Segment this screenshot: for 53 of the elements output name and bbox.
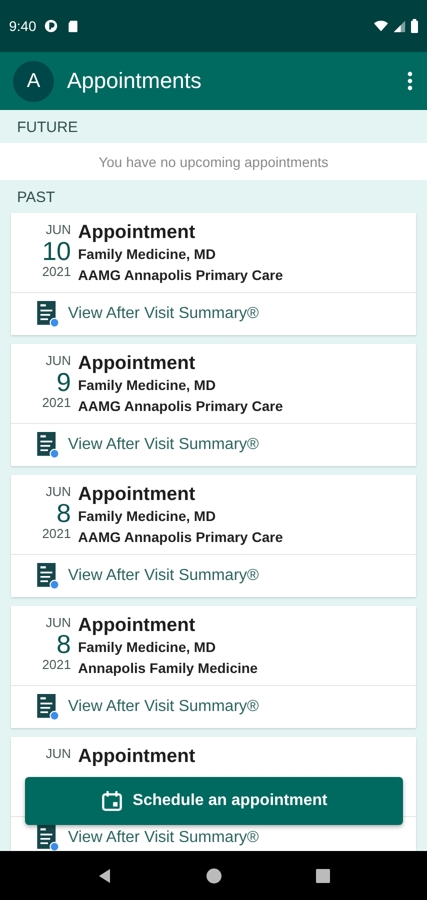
document-icon bbox=[37, 432, 59, 458]
schedule-appointment-button[interactable]: Schedule an appointment bbox=[25, 777, 403, 825]
date-month: JUN bbox=[46, 223, 71, 237]
provider-name: Family Medicine, MD bbox=[78, 245, 216, 264]
provider-name: Family Medicine, MD bbox=[78, 376, 216, 395]
sd-card-icon bbox=[66, 19, 80, 33]
home-icon[interactable] bbox=[206, 868, 222, 884]
after-visit-summary-link[interactable]: View After Visit Summary® bbox=[68, 567, 259, 585]
document-icon bbox=[37, 825, 59, 851]
after-visit-summary-link[interactable]: View After Visit Summary® bbox=[68, 436, 259, 454]
date-month: JUN bbox=[46, 354, 71, 368]
app-notification-icon bbox=[44, 19, 58, 33]
more-menu-icon[interactable] bbox=[407, 71, 413, 91]
recents-icon[interactable] bbox=[314, 868, 330, 884]
appointment-title: Appointment bbox=[78, 484, 196, 506]
clinic-name: AAMG Annapolis Primary Care bbox=[78, 397, 283, 416]
section-header: PAST bbox=[16, 188, 56, 208]
after-visit-summary-link[interactable]: View After Visit Summary® bbox=[68, 698, 259, 716]
date-month: JUN bbox=[46, 616, 71, 630]
empty-message: You have no upcoming appointments bbox=[98, 154, 328, 170]
date-month: JUN bbox=[46, 747, 71, 761]
date-day: 9 bbox=[56, 368, 71, 396]
clinic-name: Annapolis Family Medicine bbox=[78, 659, 258, 678]
calendar-icon bbox=[100, 790, 123, 812]
date-year: 2021 bbox=[42, 265, 71, 279]
date-month: JUN bbox=[46, 485, 71, 499]
document-icon bbox=[37, 301, 59, 327]
date-year: 2021 bbox=[42, 527, 71, 541]
document-icon bbox=[37, 694, 59, 720]
appointment-title: Appointment bbox=[78, 353, 196, 375]
appointment-title: Appointment bbox=[78, 746, 196, 768]
provider-name: Family Medicine, MD bbox=[78, 638, 216, 657]
back-icon[interactable] bbox=[96, 868, 112, 884]
screen-title: Appointments bbox=[67, 68, 203, 94]
status-time: 9:40 bbox=[9, 18, 36, 34]
date-year: 2021 bbox=[42, 396, 71, 410]
date-day: 8 bbox=[56, 630, 71, 658]
after-visit-summary-link[interactable]: View After Visit Summary® bbox=[68, 305, 259, 323]
section-header: FUTURE bbox=[16, 118, 78, 138]
clinic-name: AAMG Annapolis Primary Care bbox=[78, 266, 283, 285]
appointment-title: Appointment bbox=[78, 615, 196, 637]
clinic-name: AAMG Annapolis Primary Care bbox=[78, 528, 283, 547]
signal-icon bbox=[392, 19, 406, 33]
avatar[interactable]: A bbox=[13, 60, 54, 102]
battery-icon bbox=[410, 19, 419, 33]
wifi-icon bbox=[374, 19, 388, 33]
appointment-title: Appointment bbox=[78, 222, 196, 244]
date-year: 2021 bbox=[42, 658, 71, 672]
date-day: 8 bbox=[56, 499, 71, 527]
provider-name: Family Medicine, MD bbox=[78, 507, 216, 526]
document-icon bbox=[37, 563, 59, 589]
after-visit-summary-link[interactable]: View After Visit Summary® bbox=[68, 829, 259, 847]
date-day: 10 bbox=[42, 237, 71, 265]
